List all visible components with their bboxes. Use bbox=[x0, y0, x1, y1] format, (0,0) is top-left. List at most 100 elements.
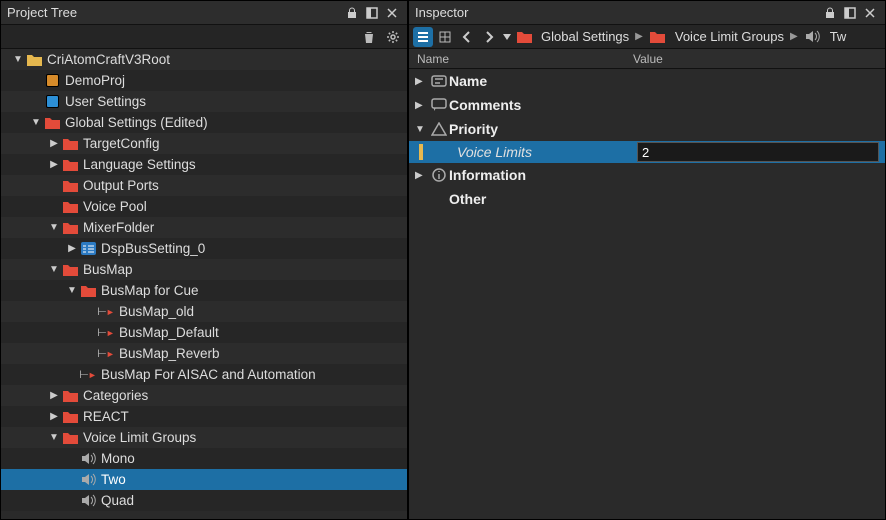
folder-r-icon bbox=[515, 30, 533, 43]
expand-arrow-icon[interactable]: ▼ bbox=[415, 124, 429, 135]
tree-item[interactable]: ▼BusMap bbox=[1, 259, 407, 280]
nav-dropdown-icon[interactable] bbox=[501, 27, 513, 47]
tree-item-label: CriAtomCraftV3Root bbox=[47, 52, 170, 67]
tree-item[interactable]: ▶TargetConfig bbox=[1, 133, 407, 154]
inspector-group-label: Name bbox=[449, 73, 487, 89]
tree-item[interactable]: ▼Global Settings (Edited) bbox=[1, 112, 407, 133]
expand-arrow-icon[interactable]: ▶ bbox=[47, 159, 61, 170]
info-icon bbox=[429, 168, 449, 182]
folder-r-icon bbox=[61, 221, 79, 234]
tree-item[interactable]: User Settings bbox=[1, 91, 407, 112]
expand-arrow-icon[interactable]: ▼ bbox=[47, 264, 61, 275]
expand-arrow-icon[interactable]: ▶ bbox=[47, 411, 61, 422]
tree-item[interactable]: Two bbox=[1, 469, 407, 490]
tree-item[interactable]: ▶Language Settings bbox=[1, 154, 407, 175]
tree-item[interactable]: BusMap_old bbox=[1, 301, 407, 322]
inspector-group[interactable]: ▶ Information bbox=[409, 163, 885, 187]
expand-arrow-icon[interactable]: ▶ bbox=[65, 243, 79, 254]
project-tree-panel: Project Tree ▼ CriAtomCraftV3Root DemoProj… bbox=[0, 0, 408, 520]
tree-item[interactable]: Voice Pool bbox=[1, 196, 407, 217]
tree-item-label: BusMap For AISAC and Automation bbox=[101, 367, 316, 382]
inspector-group-label: Other bbox=[449, 191, 486, 207]
inspector-group[interactable]: ▶ Name bbox=[409, 69, 885, 93]
lock-icon[interactable] bbox=[343, 4, 361, 22]
expand-arrow-icon[interactable]: ▼ bbox=[47, 432, 61, 443]
dock-icon[interactable] bbox=[363, 4, 381, 22]
column-name[interactable]: Name bbox=[409, 52, 627, 66]
tree-item[interactable]: ▶ REACT bbox=[1, 406, 407, 427]
tree-item[interactable]: Output Ports bbox=[1, 175, 407, 196]
folder-r-icon bbox=[61, 137, 79, 150]
dock-icon[interactable] bbox=[841, 4, 859, 22]
close-icon[interactable] bbox=[861, 4, 879, 22]
project-tree[interactable]: ▼ CriAtomCraftV3Root DemoProj User Settings… bbox=[1, 49, 407, 519]
priority-icon bbox=[429, 122, 449, 136]
table-view-icon[interactable] bbox=[435, 27, 455, 47]
trash-icon[interactable] bbox=[359, 27, 379, 47]
tree-item-label: REACT bbox=[83, 409, 129, 424]
spk-icon bbox=[804, 30, 822, 43]
spk-icon bbox=[79, 494, 97, 507]
expand-arrow-icon[interactable]: ▶ bbox=[47, 390, 61, 401]
tree-item-label: User Settings bbox=[65, 94, 146, 109]
breadcrumb-item[interactable]: Tw bbox=[804, 29, 847, 44]
tree-item[interactable]: DemoProj bbox=[1, 70, 407, 91]
expand-arrow-icon[interactable]: ▼ bbox=[47, 222, 61, 233]
tree-item-label: Quad bbox=[101, 493, 134, 508]
tree-item[interactable]: ▶ Categories bbox=[1, 385, 407, 406]
folder-r-icon bbox=[61, 389, 79, 402]
folder-r-icon bbox=[61, 431, 79, 444]
inspector-breadcrumb-bar: Global Settings▶Voice Limit Groups▶Tw bbox=[409, 25, 885, 49]
inspector-group[interactable]: ▶Comments bbox=[409, 93, 885, 117]
expand-arrow-icon[interactable]: ▼ bbox=[11, 54, 25, 65]
expand-arrow-icon[interactable]: ▼ bbox=[29, 117, 43, 128]
comment-icon bbox=[429, 98, 449, 112]
bus-icon bbox=[97, 347, 115, 360]
inspector-property[interactable]: Voice Limits bbox=[409, 141, 885, 163]
column-value[interactable]: Value bbox=[627, 52, 885, 66]
tree-item[interactable]: BusMap For AISAC and Automation bbox=[1, 364, 407, 385]
project-tree-toolbar bbox=[1, 25, 407, 49]
tree-item[interactable]: ▼BusMap for Cue bbox=[1, 280, 407, 301]
tree-item-label: Voice Pool bbox=[83, 199, 147, 214]
tree-item[interactable]: ▶DspBusSetting_0 bbox=[1, 238, 407, 259]
inspector-body: ▶ Name ▶Comments▼PriorityVoice Limits ▶ Info… bbox=[409, 69, 885, 519]
breadcrumb-item[interactable]: Voice Limit Groups bbox=[649, 29, 784, 44]
folder-r-icon bbox=[61, 179, 79, 192]
box-b-icon bbox=[43, 95, 61, 108]
close-icon[interactable] bbox=[383, 4, 401, 22]
expand-arrow-icon[interactable]: ▶ bbox=[47, 138, 61, 149]
tree-item[interactable]: ▼MixerFolder bbox=[1, 217, 407, 238]
nav-forward-icon[interactable] bbox=[479, 27, 499, 47]
spk-icon bbox=[79, 473, 97, 486]
expand-arrow-icon[interactable]: ▶ bbox=[415, 76, 429, 87]
gear-icon[interactable] bbox=[383, 27, 403, 47]
tree-item[interactable]: BusMap_Default bbox=[1, 322, 407, 343]
lock-icon[interactable] bbox=[821, 4, 839, 22]
tree-item[interactable]: ▼ CriAtomCraftV3Root bbox=[1, 49, 407, 70]
tree-item-label: Categories bbox=[83, 388, 148, 403]
inspector-group-label: Information bbox=[449, 167, 526, 183]
folder-y-icon bbox=[25, 53, 43, 66]
expand-arrow-icon[interactable]: ▼ bbox=[65, 285, 79, 296]
breadcrumb-item[interactable]: Global Settings bbox=[515, 29, 629, 44]
breadcrumb[interactable]: Global Settings▶Voice Limit Groups▶Tw bbox=[515, 29, 846, 44]
inspector-group[interactable]: Other bbox=[409, 187, 885, 211]
property-value-input[interactable] bbox=[637, 142, 879, 162]
tree-item[interactable]: ▼Voice Limit Groups bbox=[1, 427, 407, 448]
expand-arrow-icon[interactable]: ▶ bbox=[415, 100, 429, 111]
tree-item-label: Two bbox=[101, 472, 126, 487]
inspector-group[interactable]: ▼Priority bbox=[409, 117, 885, 141]
folder-r-icon bbox=[61, 200, 79, 213]
breadcrumb-label: Voice Limit Groups bbox=[675, 29, 784, 44]
breadcrumb-label: Global Settings bbox=[541, 29, 629, 44]
chevron-right-icon: ▶ bbox=[790, 31, 798, 42]
project-tree-header: Project Tree bbox=[1, 1, 407, 25]
nav-back-icon[interactable] bbox=[457, 27, 477, 47]
expand-arrow-icon[interactable]: ▶ bbox=[415, 170, 429, 181]
tree-item[interactable]: Quad bbox=[1, 490, 407, 511]
tree-item[interactable]: BusMap_Reverb bbox=[1, 343, 407, 364]
list-view-icon[interactable] bbox=[413, 27, 433, 47]
tree-item-label: DemoProj bbox=[65, 73, 125, 88]
tree-item[interactable]: Mono bbox=[1, 448, 407, 469]
